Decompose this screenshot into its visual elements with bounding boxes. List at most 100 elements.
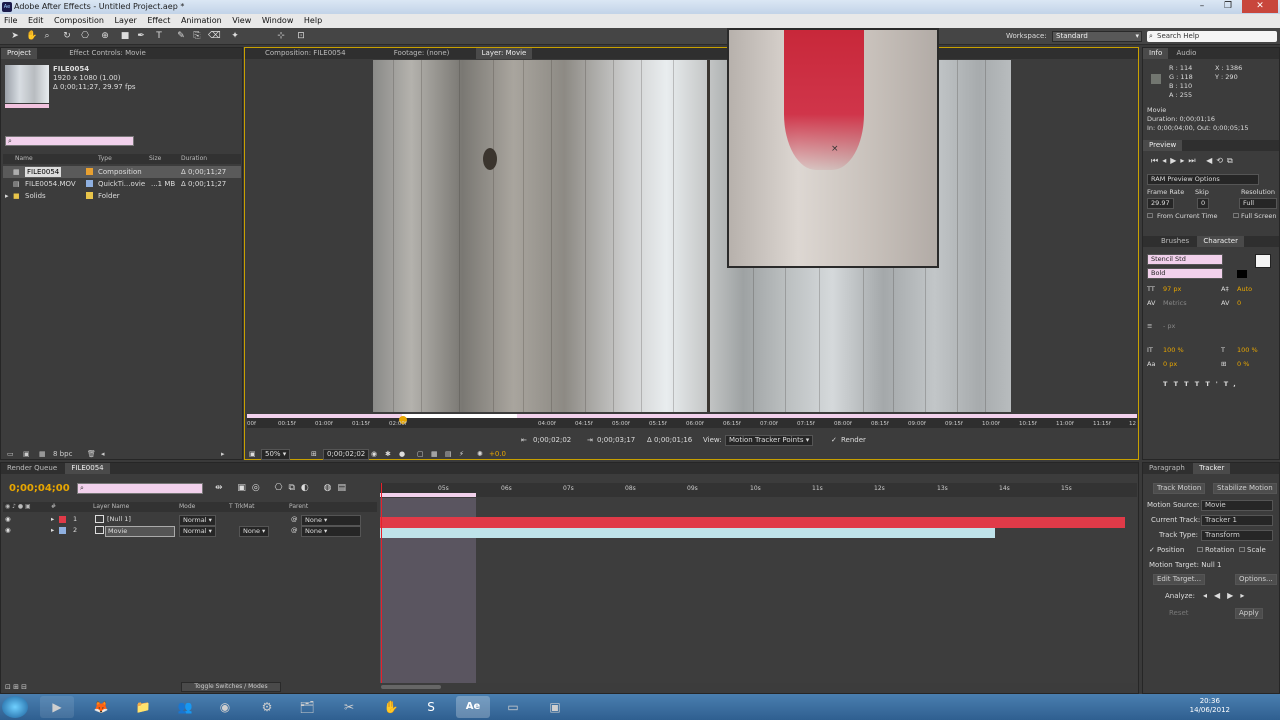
taskbar-figure-icon[interactable]: ✋ — [374, 696, 408, 718]
col-type[interactable]: Type — [98, 154, 112, 164]
label-color[interactable] — [86, 168, 93, 175]
list-item[interactable]: ▸ ■ Solids Folder — [3, 190, 241, 202]
edit-target-button[interactable]: Edit Target... — [1153, 574, 1206, 585]
layer-label-color[interactable] — [59, 516, 66, 523]
font-size-value[interactable]: 97 px — [1163, 285, 1181, 293]
taskbar-ae-old-icon[interactable]: ▶ — [40, 696, 74, 718]
kerning-value[interactable]: Metrics — [1163, 299, 1187, 307]
always-preview-icon[interactable]: ▣ — [249, 448, 256, 460]
tab-audio[interactable]: Audio — [1170, 48, 1202, 59]
exposure-value[interactable]: +0.0 — [489, 448, 506, 460]
axis-mode-icon[interactable]: ⊹ — [276, 31, 286, 41]
new-comp-icon[interactable]: ▦ — [39, 448, 46, 460]
safe-margins-icon[interactable]: ⊞ — [311, 448, 317, 460]
menu-help[interactable]: Help — [300, 14, 326, 28]
tab-footage[interactable]: Footage: (none) — [354, 48, 456, 59]
view-dropdown[interactable]: Motion Tracker Points ▾ — [725, 435, 814, 446]
taskbar-explorer-icon[interactable]: 📁 — [126, 696, 160, 718]
font-style-field[interactable]: Bold — [1147, 268, 1223, 279]
interpret-footage-icon[interactable]: ▭ — [7, 448, 14, 460]
zoom-dropdown[interactable]: 50% ▾ — [261, 449, 291, 460]
taskbar-free-icon[interactable]: ✂ — [332, 696, 366, 718]
hand-tool-icon[interactable]: ✋ — [26, 31, 37, 41]
table-row[interactable]: ◉ ▸ 1 [Null 1] Normal ▾ @ None ▾ — [3, 514, 377, 526]
selection-tool-icon[interactable]: ➤ — [10, 31, 20, 41]
show-snapshot-icon[interactable]: ✱ — [385, 448, 391, 460]
zoom-tool-icon[interactable]: ⌕ — [42, 31, 52, 41]
roi-icon[interactable]: ▢ — [417, 448, 424, 460]
col-layer-name[interactable]: Layer Name — [93, 502, 129, 512]
minimize-button[interactable]: – — [1190, 0, 1214, 13]
apply-button[interactable]: Apply — [1235, 608, 1263, 619]
tab-paragraph[interactable]: Paragraph — [1143, 463, 1191, 474]
workspace-dropdown[interactable]: Standard ▾ — [1052, 31, 1142, 42]
label-color[interactable] — [86, 192, 93, 199]
pickwhip-icon[interactable]: @ — [291, 525, 298, 536]
from-current-checkbox[interactable]: ☐ — [1147, 212, 1153, 220]
timeline-current-time[interactable]: 0;00;04;00 — [9, 483, 70, 494]
tracking-value[interactable]: 0 — [1237, 299, 1241, 307]
expand-arrow-icon[interactable]: ▸ — [51, 525, 54, 536]
tab-info[interactable]: Info — [1143, 48, 1169, 59]
fast-preview-icon[interactable]: ⚡ — [459, 448, 464, 460]
reset-button[interactable]: Reset — [1169, 609, 1189, 617]
playback-controls[interactable]: ⏮◂▶▸⏭ ◀⟲⧉ — [1151, 156, 1237, 166]
new-folder-icon[interactable]: ▣ — [23, 448, 30, 460]
out-point-icon[interactable]: ⇥ — [587, 434, 593, 446]
brush-tool-icon[interactable]: ✎ — [176, 31, 186, 41]
camera-tool-icon[interactable]: ⎔ — [80, 31, 90, 41]
layer-name[interactable]: [Null 1] — [107, 514, 131, 525]
search-help-input[interactable]: ⌕ Search Help — [1147, 31, 1277, 42]
black-swatch[interactable] — [1237, 270, 1247, 278]
tab-file0054[interactable]: FILE0054 — [65, 463, 110, 474]
list-item[interactable]: ▦ FILE0054 Composition Δ 0;00;11;27 — [3, 166, 241, 178]
toggle-switches-button[interactable]: Toggle Switches / Modes — [181, 682, 281, 692]
mode-dropdown[interactable]: Normal ▾ — [179, 526, 216, 537]
tab-brushes[interactable]: Brushes — [1143, 236, 1195, 247]
in-point-icon[interactable]: ⇤ — [521, 434, 527, 446]
table-row[interactable]: ◉ ▸ 2 Movie Normal ▾ None ▾ @ None ▾ — [3, 525, 377, 537]
clock[interactable]: 20:36 14/06/2012 — [1190, 697, 1230, 715]
menu-view[interactable]: View — [228, 14, 255, 28]
eraser-tool-icon[interactable]: ⌫ — [208, 31, 221, 41]
taskbar-after-effects-icon[interactable]: Ae — [456, 696, 490, 718]
options-button[interactable]: Options... — [1235, 574, 1277, 585]
parent-dropdown[interactable]: None ▾ — [301, 526, 361, 537]
null-layer-bar[interactable] — [380, 517, 1125, 528]
menu-effect[interactable]: Effect — [143, 14, 174, 28]
menu-layer[interactable]: Layer — [111, 14, 141, 28]
puppet-tool-icon[interactable]: ✦ — [230, 31, 240, 41]
tab-render-queue[interactable]: Render Queue — [1, 463, 63, 474]
view-options-icon[interactable]: ▤ — [445, 448, 452, 460]
stroke-width-value[interactable]: - px — [1163, 322, 1175, 330]
resolution-field[interactable]: Full — [1239, 198, 1277, 209]
col-parent[interactable]: Parent — [289, 502, 308, 512]
scroll-left-icon[interactable]: ◂ — [101, 448, 105, 460]
skip-field[interactable]: 0 — [1197, 198, 1210, 209]
rotate-tool-icon[interactable]: ↻ — [62, 31, 72, 41]
tab-composition[interactable]: Composition: FILE0054 — [245, 48, 352, 59]
trash-icon[interactable]: 🗑 — [87, 448, 96, 460]
menu-composition[interactable]: Composition — [50, 14, 108, 28]
taskbar-app-icon[interactable]: ▣ — [538, 696, 572, 718]
track-point-icon[interactable]: × — [831, 144, 839, 154]
menu-edit[interactable]: Edit — [24, 14, 48, 28]
fill-color-swatch[interactable] — [1255, 254, 1271, 268]
full-screen-checkbox[interactable]: ☐ — [1233, 212, 1239, 220]
movie-layer-bar[interactable] — [380, 528, 995, 538]
taskbar-people-icon[interactable]: 👥 — [168, 696, 202, 718]
clone-tool-icon[interactable]: ⎘ — [192, 31, 202, 41]
project-search-input[interactable]: ⌕ — [5, 136, 134, 146]
bpc-button[interactable]: 8 bpc — [53, 448, 72, 460]
tab-effect-controls[interactable]: Effect Controls: Movie — [39, 48, 152, 59]
menu-file[interactable]: File — [0, 14, 21, 28]
rectangle-tool-icon[interactable]: ■ — [120, 31, 130, 41]
analyze-buttons[interactable]: ◂◀▶▸ — [1203, 591, 1251, 600]
frame-rate-field[interactable]: 29.97 — [1147, 198, 1174, 209]
tab-character[interactable]: Character — [1197, 236, 1244, 247]
col-mode[interactable]: Mode — [179, 502, 195, 512]
maximize-button[interactable]: ❐ — [1216, 0, 1240, 13]
layer-label-color[interactable] — [59, 527, 66, 534]
taskbar-chrome-icon[interactable]: ◉ — [208, 696, 242, 718]
expand-arrow-icon[interactable]: ▸ — [5, 190, 9, 202]
